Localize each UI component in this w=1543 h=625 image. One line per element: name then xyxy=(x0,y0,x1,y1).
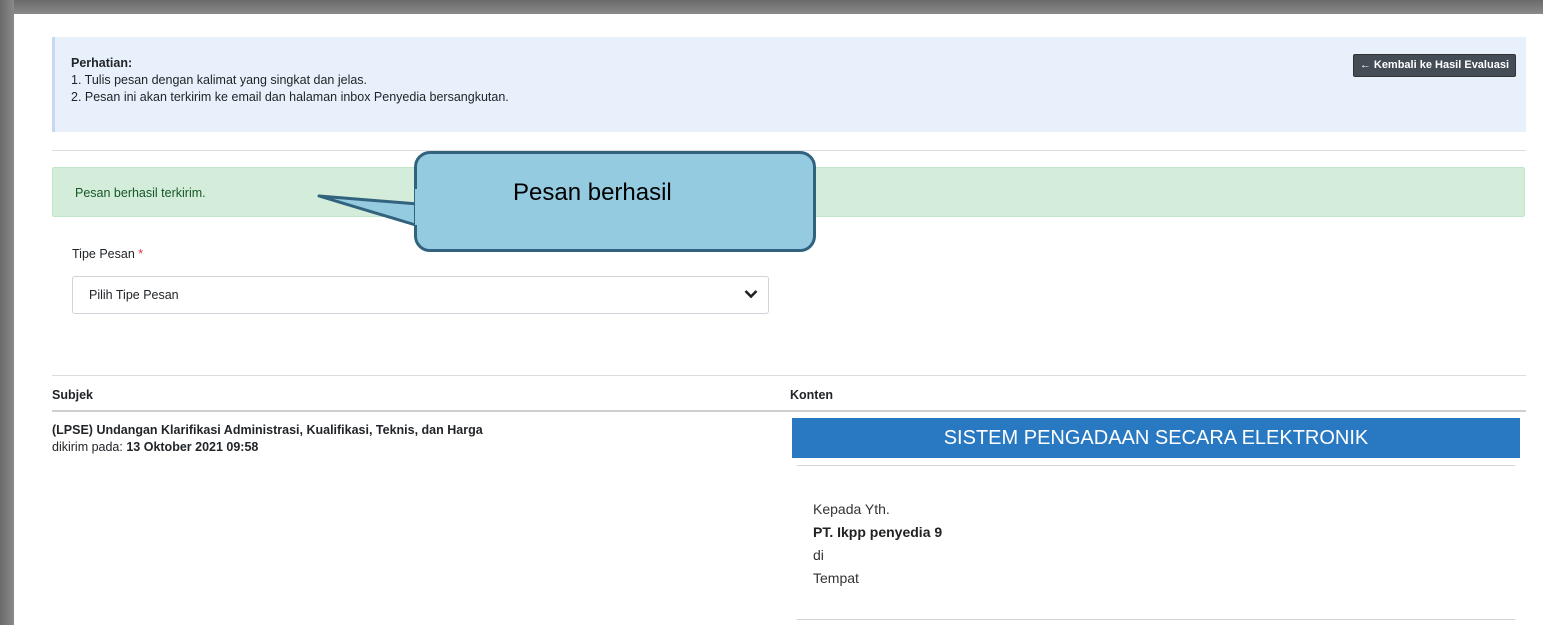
notice-title: Perhatian: xyxy=(71,56,133,70)
window-shadow-left xyxy=(0,0,14,625)
table-top-divider xyxy=(52,375,1526,376)
email-body: Kepada Yth. PT. Ikpp penyedia 9 di Tempa… xyxy=(813,498,942,590)
message-subject: (LPSE) Undangan Klarifikasi Administrasi… xyxy=(52,423,483,437)
back-to-evaluation-button[interactable]: ← Kembali ke Hasil Evaluasi xyxy=(1352,54,1516,77)
email-recipient: PT. Ikpp penyedia 9 xyxy=(813,524,943,540)
success-alert-message: Pesan berhasil terkirim. xyxy=(75,186,206,200)
notice-line-1: 1. Tulis pesan dengan kalimat yang singk… xyxy=(71,73,368,87)
email-header-banner: SISTEM PENGADAAN SECARA ELEKTRONIK xyxy=(792,418,1520,458)
message-type-select[interactable]: Pilih Tipe Pesan xyxy=(72,276,769,314)
chevron-down-icon xyxy=(744,288,758,302)
sent-info: dikirim pada: 13 Oktober 2021 09:58 xyxy=(52,439,483,456)
email-place: Tempat xyxy=(813,570,859,586)
sent-label: dikirim pada: xyxy=(52,440,127,454)
email-divider-bottom xyxy=(797,619,1515,620)
message-type-label: Tipe Pesan * xyxy=(72,247,143,261)
required-mark: * xyxy=(138,247,144,261)
callout-text: Pesan berhasil xyxy=(513,179,672,206)
email-to-line: Kepada Yth. xyxy=(813,501,890,517)
sent-datetime: 13 Oktober 2021 09:58 xyxy=(126,440,259,454)
column-header-subject: Subjek xyxy=(52,388,93,402)
message-type-label-text: Tipe Pesan xyxy=(72,247,135,261)
email-di: di xyxy=(813,547,824,563)
table-row: (LPSE) Undangan Klarifikasi Administrasi… xyxy=(52,422,483,456)
message-type-select-value: Pilih Tipe Pesan xyxy=(89,288,179,302)
email-divider-top xyxy=(797,465,1515,466)
column-header-content: Konten xyxy=(790,388,834,402)
page-container: Perhatian: 1. Tulis pesan dengan kalimat… xyxy=(14,14,1543,625)
notice-line-2: 2. Pesan ini akan terkirim ke email dan … xyxy=(71,90,509,104)
window-shadow-top xyxy=(0,0,1543,14)
callout-bubble: Pesan berhasil xyxy=(414,151,816,252)
table-header-divider xyxy=(52,410,1526,412)
notice-box: Perhatian: 1. Tulis pesan dengan kalimat… xyxy=(52,37,1526,132)
